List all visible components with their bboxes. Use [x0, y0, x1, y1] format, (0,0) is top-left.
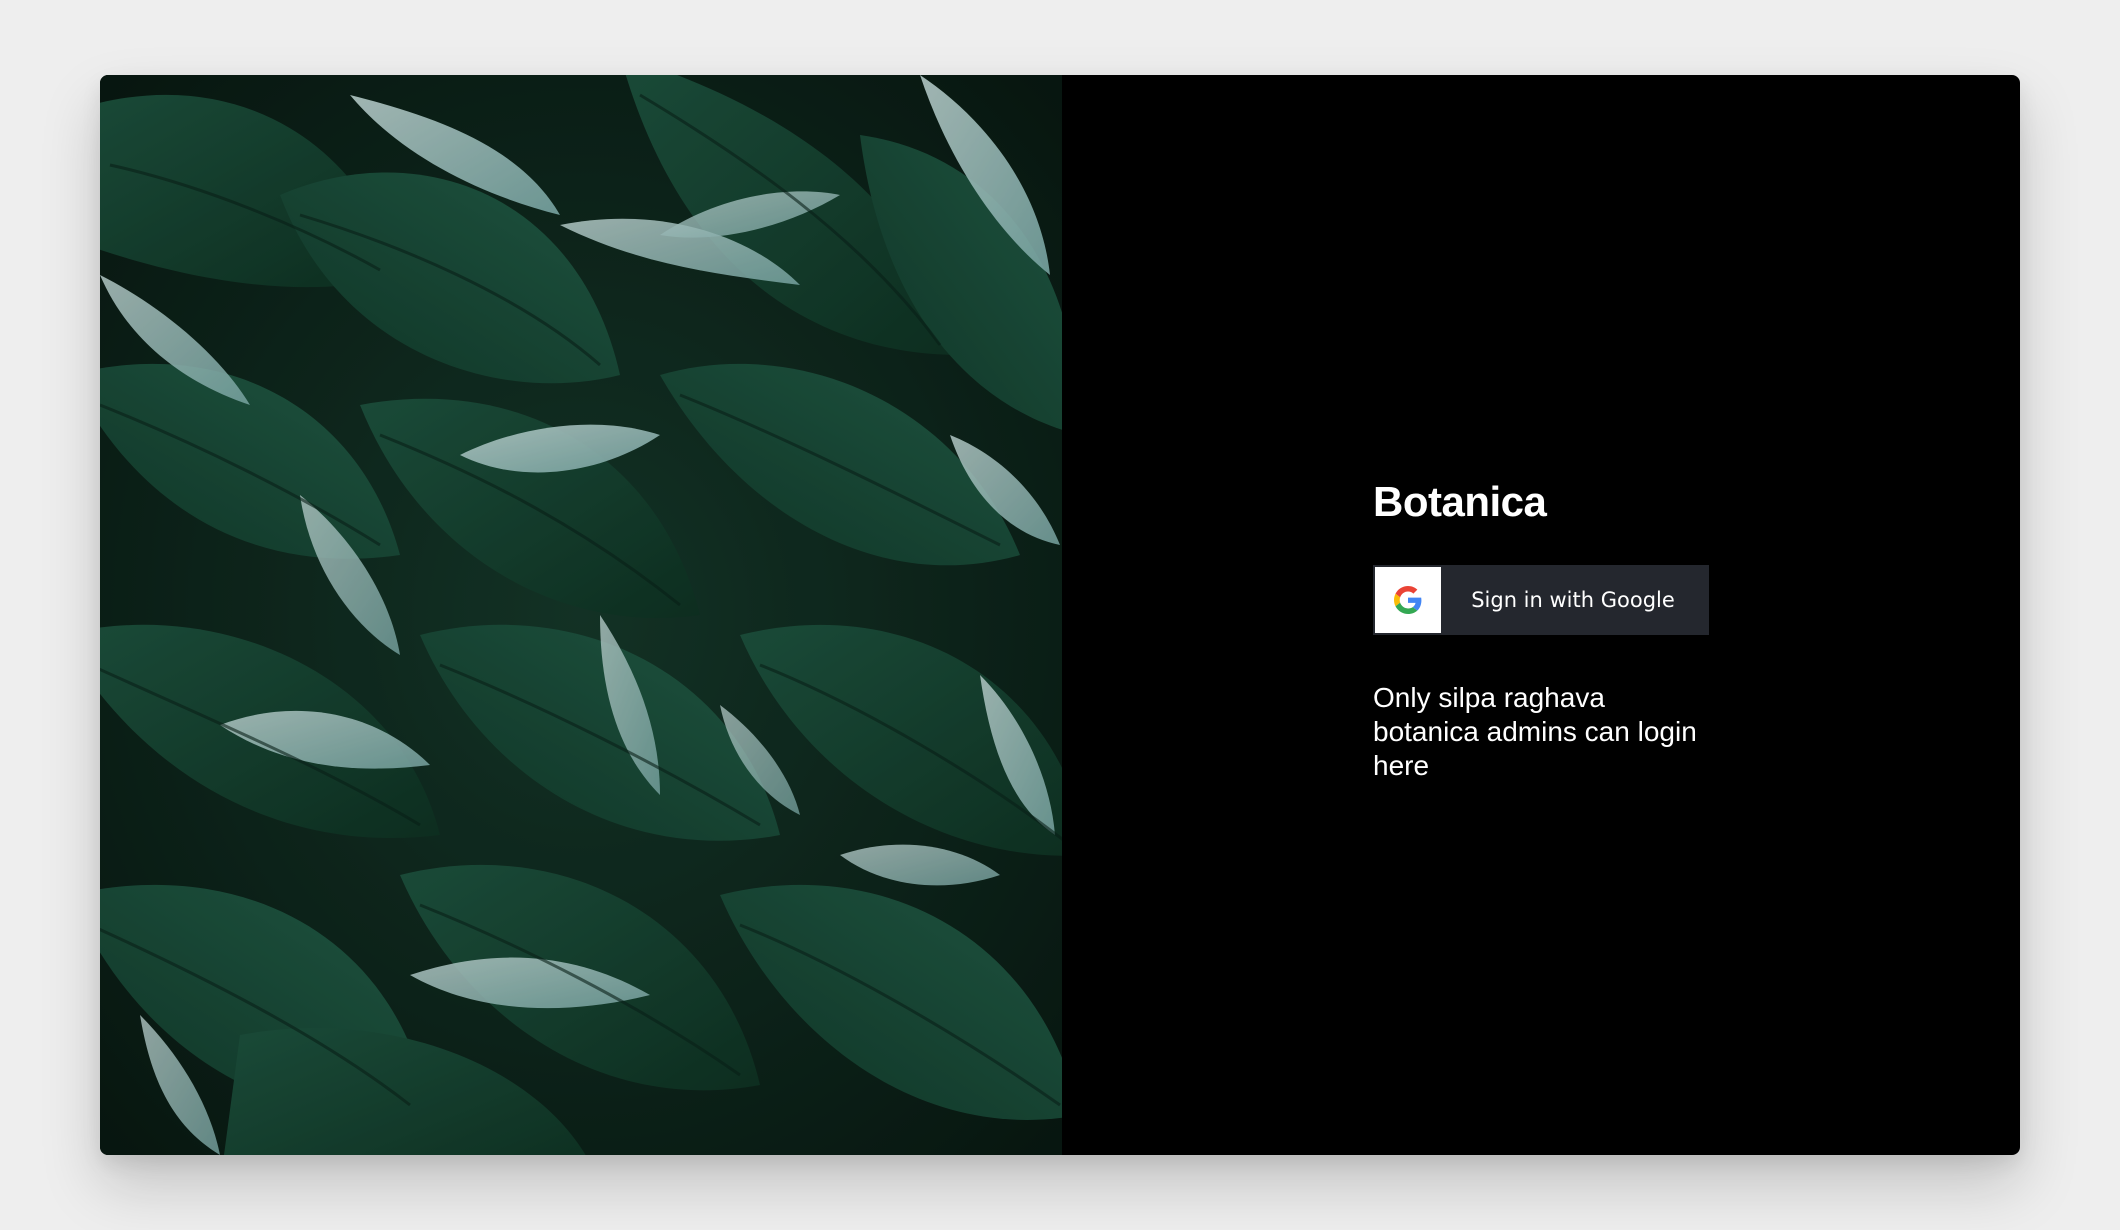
login-panel: Botanica Sign in with Google Only silpa … — [1062, 75, 2020, 1155]
google-g-icon — [1375, 567, 1441, 634]
foliage-image — [100, 75, 1062, 1155]
brand-title: Botanica — [1373, 478, 1547, 525]
login-card: Botanica Sign in with Google Only silpa … — [100, 75, 2020, 1155]
login-form: Botanica Sign in with Google Only silpa … — [1373, 477, 1713, 783]
google-signin-button[interactable]: Sign in with Google — [1373, 565, 1709, 636]
google-signin-label: Sign in with Google — [1471, 588, 1675, 613]
admin-notice: Only silpa raghava botanica admins can l… — [1373, 682, 1697, 782]
